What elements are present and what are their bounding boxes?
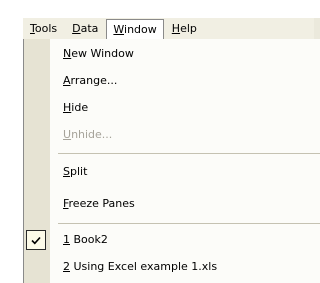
menu-item-text: nhide... — [71, 128, 113, 141]
checkmark-icon — [26, 230, 46, 250]
menu-item-book2[interactable]: 1 Book2 — [24, 228, 320, 252]
menu-item-text: reeze Panes — [68, 197, 135, 210]
menu-item-label: Hide — [63, 96, 88, 120]
menu-item-freeze-panes[interactable]: Freeze Panes — [24, 192, 320, 216]
menu-item-label: 1 Book2 — [63, 228, 108, 252]
menu-tools-label: ools — [34, 21, 58, 35]
menu-item-access-key: N — [63, 47, 72, 60]
menu-bar: Tools Data Window Help — [23, 18, 320, 41]
menu-item-access-key: U — [63, 128, 72, 141]
menu-item-label: Freeze Panes — [63, 192, 135, 216]
menu-data-label: ata — [80, 21, 99, 35]
menu-item-access-key: A — [63, 74, 71, 87]
window-menu-dropdown: New Window Arrange... Hide Unhide... Spl… — [23, 39, 320, 283]
menu-item-access-key: 2 — [63, 260, 70, 273]
screen: Tools Data Window Help New Window Arrang… — [0, 0, 320, 283]
menu-bar-edge — [314, 18, 320, 40]
menu-window-label: indow — [124, 22, 157, 36]
menu-item-using-excel-example[interactable]: 2 Using Excel example 1.xls — [24, 255, 320, 279]
menu-window[interactable]: Window — [106, 18, 164, 41]
menu-help-label: elp — [180, 21, 197, 35]
menu-separator — [58, 153, 320, 154]
menu-item-text: Book2 — [70, 233, 108, 246]
menu-item-hide[interactable]: Hide — [24, 96, 320, 120]
menu-item-text: plit — [69, 165, 88, 178]
menu-item-unhide: Unhide... — [24, 123, 320, 147]
menu-window-access-key: W — [113, 22, 125, 36]
menu-item-access-key: 1 — [63, 233, 70, 246]
menu-item-label: 2 Using Excel example 1.xls — [63, 255, 217, 279]
menu-item-label: Arrange... — [63, 69, 117, 93]
menu-tools[interactable]: Tools — [23, 19, 64, 39]
menu-help[interactable]: Help — [165, 19, 204, 39]
menu-item-text: Using Excel example 1.xls — [70, 260, 218, 273]
menu-item-label: New Window — [63, 42, 134, 66]
menu-item-new-window[interactable]: New Window — [24, 42, 320, 66]
menu-item-access-key: S — [63, 165, 70, 178]
menu-item-label: Unhide... — [63, 123, 112, 147]
menu-item-split[interactable]: Split — [24, 160, 320, 184]
menu-item-arrange[interactable]: Arrange... — [24, 69, 320, 93]
menu-separator — [58, 223, 320, 224]
menu-data-access-key: D — [72, 21, 81, 35]
menu-item-label: Split — [63, 160, 87, 184]
menu-item-text: ide — [71, 101, 89, 114]
menu-item-text: rrange... — [70, 74, 118, 87]
menu-help-access-key: H — [171, 21, 181, 35]
menu-item-text: ew Window — [71, 47, 134, 60]
menu-data[interactable]: Data — [65, 19, 105, 39]
